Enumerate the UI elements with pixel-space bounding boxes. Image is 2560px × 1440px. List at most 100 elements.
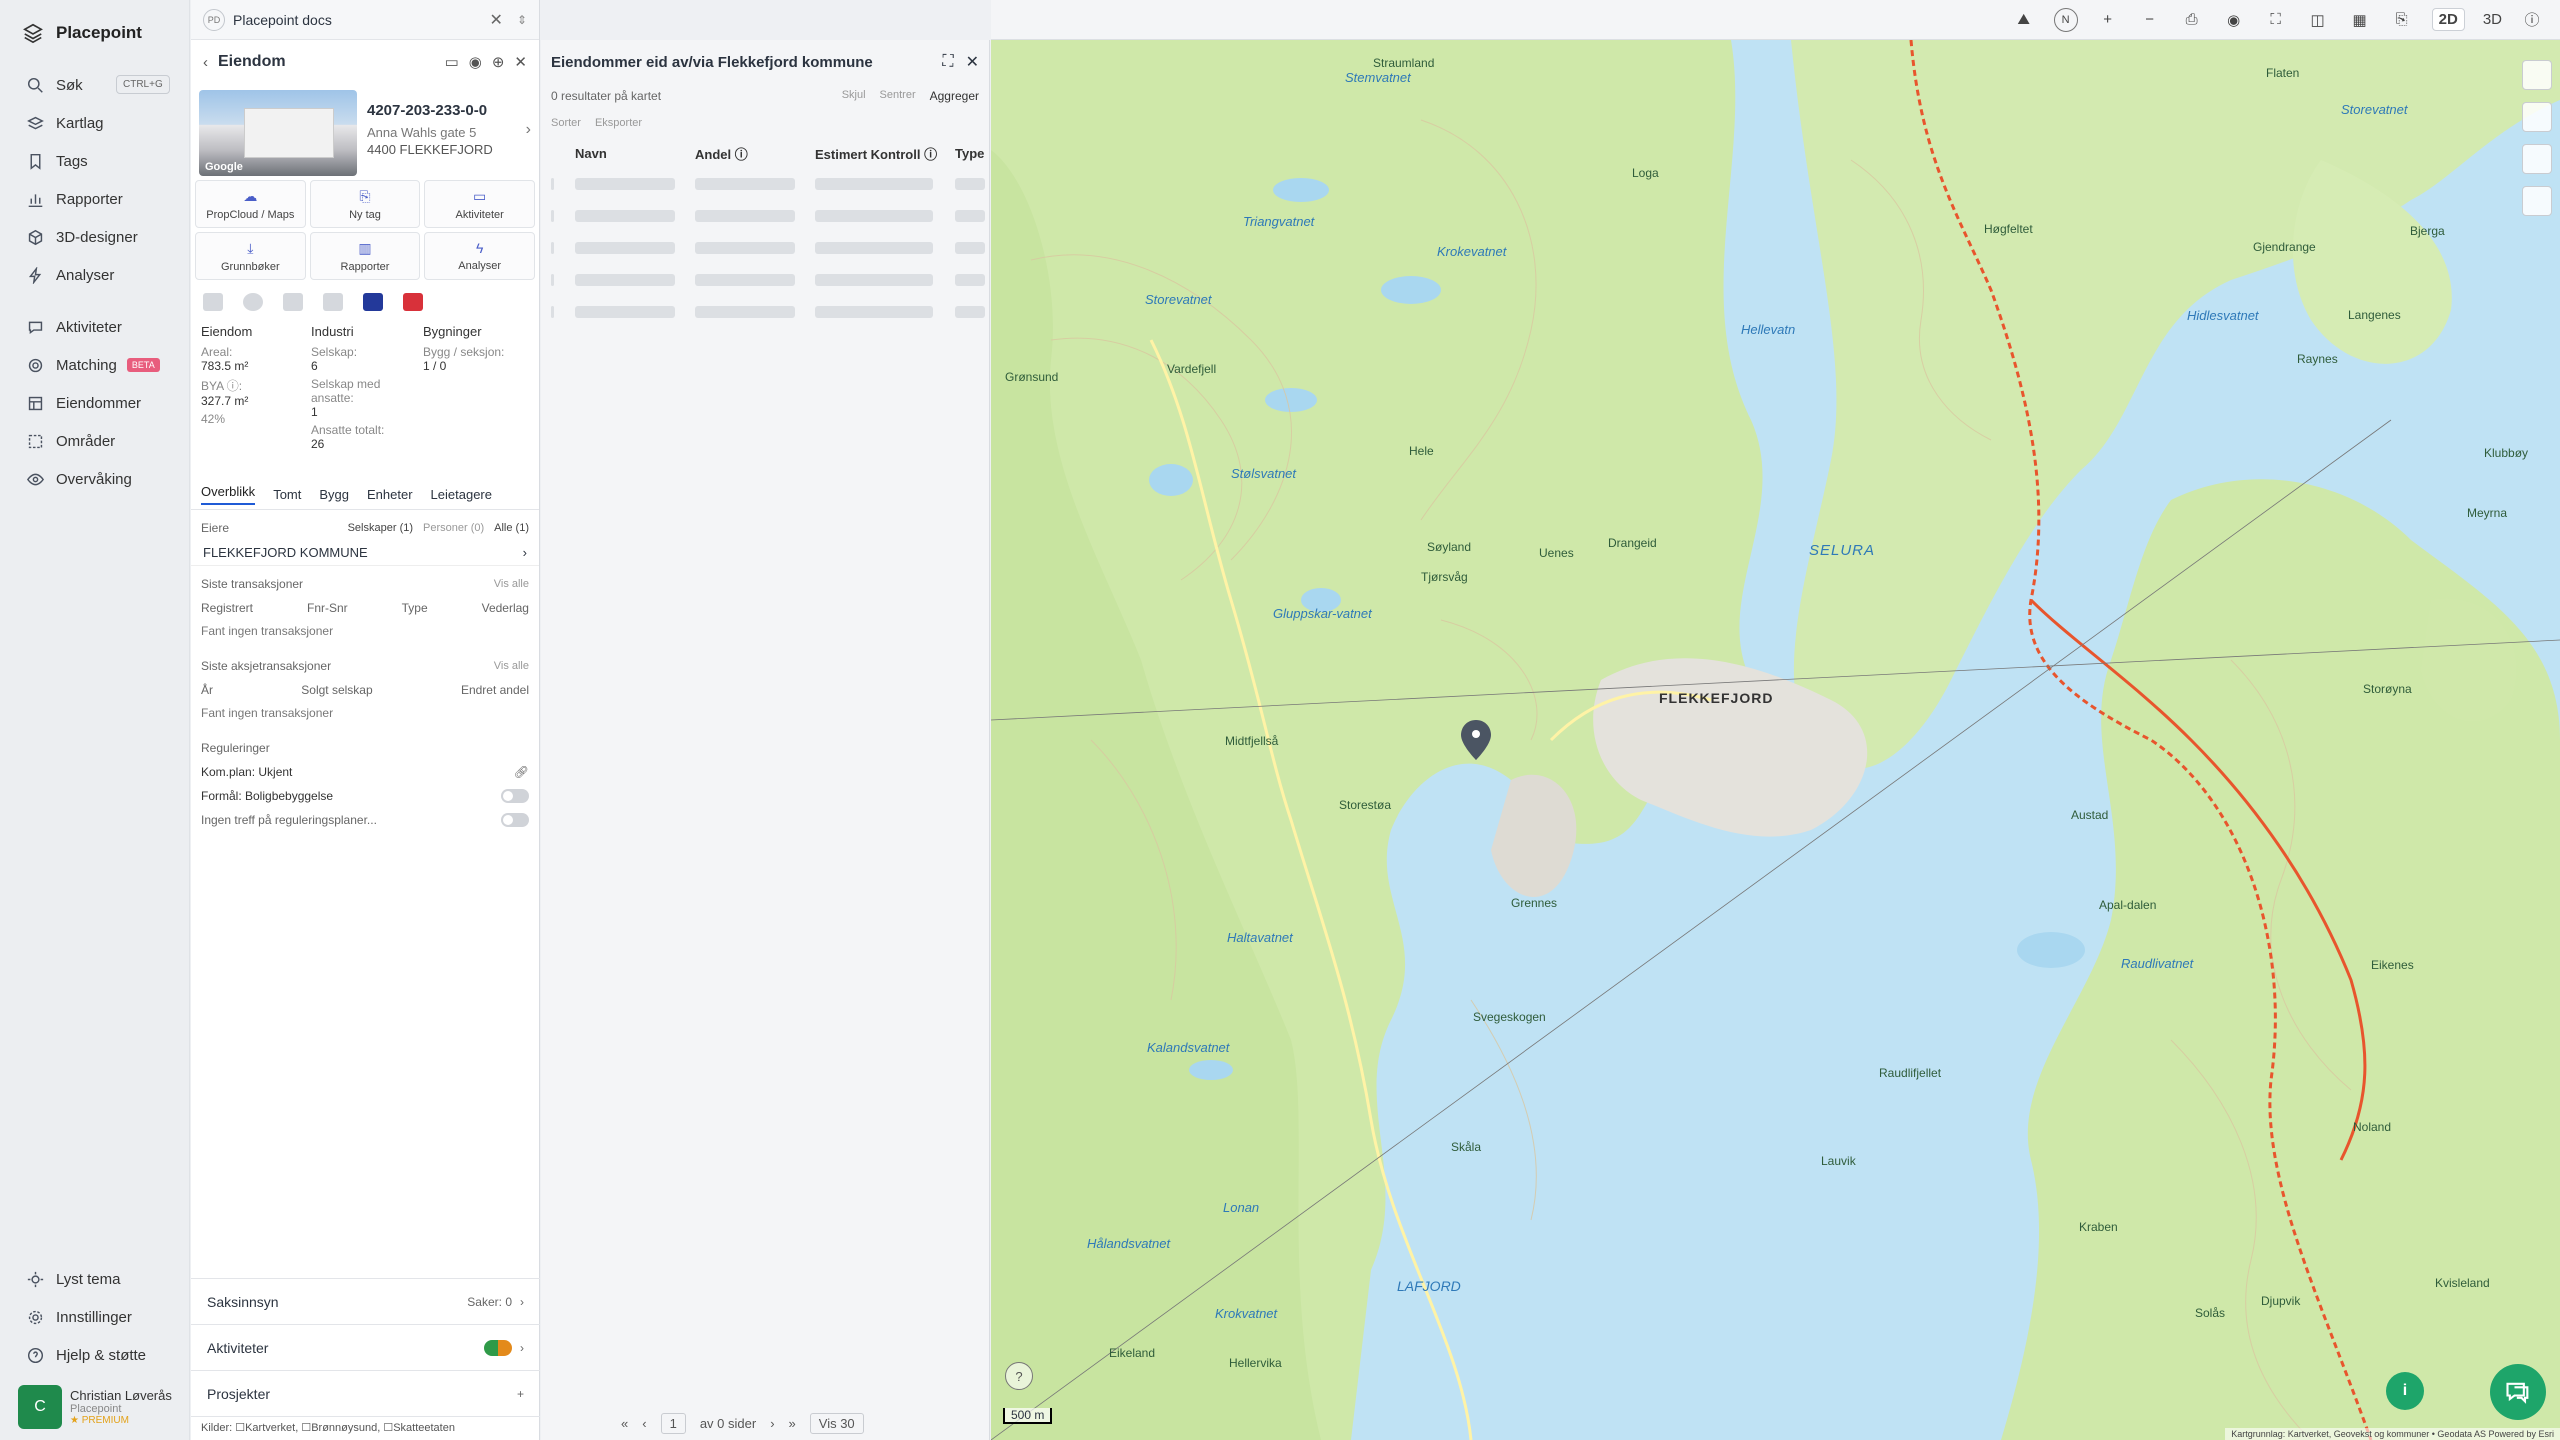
activities-button[interactable]: ▭ Aktiviteter — [424, 180, 535, 228]
chevron-updown-icon[interactable]: ⇕ — [517, 13, 527, 27]
place-label: Raudlifjellet — [1879, 1066, 1942, 1080]
nav-item-tags[interactable]: Tags — [0, 142, 189, 180]
tab-leietagere[interactable]: Leietagere — [431, 487, 492, 502]
fullscreen-icon[interactable]: ⛶ — [2264, 8, 2288, 32]
view-360-icon[interactable]: ▭ — [445, 53, 459, 71]
center-button[interactable]: Sentrer — [880, 89, 916, 103]
prev-page-icon[interactable]: ‹ — [642, 1416, 646, 1431]
nav-item-theme[interactable]: Lyst tema — [0, 1260, 190, 1298]
close-icon[interactable]: ✕ — [966, 52, 979, 72]
eye-icon[interactable]: ◉ — [2222, 8, 2246, 32]
plans-toggle[interactable] — [501, 813, 529, 827]
chat-button[interactable] — [2490, 1364, 2546, 1420]
source-icon[interactable] — [243, 293, 263, 311]
facts-value: 1 / 0 — [423, 359, 447, 373]
house-icon[interactable] — [403, 293, 423, 311]
next-page-icon[interactable]: › — [770, 1416, 774, 1431]
new-tag-button[interactable]: ⎘ Ny tag — [309, 180, 421, 228]
link-icon[interactable]: 🔗︎ — [514, 765, 529, 779]
saksinnsyn-row[interactable]: Saksinnsyn Saker: 0 › — [191, 1278, 540, 1324]
source-icon[interactable] — [283, 293, 303, 311]
aktiviteter-row[interactable]: Aktiviteter › — [191, 1324, 540, 1370]
nav-item-help[interactable]: Hjelp & støtte — [0, 1336, 190, 1374]
nav-item-overvaking[interactable]: Overvåking — [0, 460, 189, 498]
nav-item-kartlag[interactable]: Kartlag — [0, 104, 189, 142]
column-header[interactable]: Estimert Kontroll ⓘ — [815, 144, 955, 163]
last-page-icon[interactable]: » — [789, 1416, 796, 1431]
filter-companies[interactable]: Selskaper (1) — [348, 522, 413, 534]
layer-tool-icon[interactable] — [2522, 60, 2552, 90]
propcloud-button[interactable]: ☁ PropCloud / Maps — [195, 180, 306, 228]
bookmark-icon — [26, 152, 44, 170]
info-button[interactable]: i — [2386, 1372, 2424, 1410]
column-header[interactable]: Navn — [575, 146, 695, 161]
zoom-in-icon[interactable]: + — [2096, 8, 2120, 32]
user-profile[interactable]: C Christian Løverås Placepoint ★ PREMIUM — [0, 1374, 190, 1440]
add-icon[interactable]: ⊕ — [492, 53, 505, 71]
tab-overblikk[interactable]: Overblikk — [201, 484, 256, 505]
info-icon[interactable]: ⓘ — [2520, 8, 2544, 32]
source-icon[interactable] — [203, 293, 223, 311]
export-button[interactable]: Eksporter — [595, 117, 642, 129]
filter-all[interactable]: Alle (1) — [494, 522, 529, 534]
nav-item-3d-designer[interactable]: 3D-designer — [0, 218, 189, 256]
source-icon[interactable] — [323, 293, 343, 311]
column-header[interactable]: Andel ⓘ — [695, 144, 815, 163]
brand[interactable]: Placepoint — [0, 0, 189, 66]
street-view-photo[interactable]: Google — [199, 90, 357, 176]
show-all-link[interactable]: Vis alle — [494, 578, 529, 590]
page-size-select[interactable]: Vis 30 — [809, 1413, 864, 1434]
nav-item-matching[interactable]: Matching BETA — [0, 346, 189, 384]
nav-item-eiendommer[interactable]: Eiendommer — [0, 384, 189, 422]
tab-bygg[interactable]: Bygg — [319, 487, 349, 502]
owner-row[interactable]: FLEKKEFJORD KOMMUNE › — [191, 540, 539, 566]
zoom-out-icon[interactable]: − — [2138, 8, 2162, 32]
mode-3d-button[interactable]: 3D — [2483, 11, 2502, 28]
grid-icon[interactable]: ▦ — [2348, 8, 2372, 32]
eye-icon[interactable]: ◉ — [469, 53, 482, 71]
nav-item-omrader[interactable]: Områder — [0, 422, 189, 460]
formal-toggle[interactable] — [501, 789, 529, 803]
analyses-button[interactable]: ϟ Analyser — [424, 232, 535, 280]
print-icon[interactable]: ⎙ — [2180, 8, 2204, 32]
page-input[interactable]: 1 — [660, 1413, 686, 1434]
tab-tomt[interactable]: Tomt — [273, 487, 301, 502]
sort-button[interactable]: Sorter — [551, 117, 581, 129]
mode-2d-button[interactable]: 2D — [2431, 8, 2465, 31]
map-canvas[interactable]: FLEKKEFJORD SELURA LAFJORD Uenes Loga Dr… — [991, 40, 2560, 1440]
chevron-right-icon[interactable]: › — [526, 121, 531, 139]
section-title: Siste aksjetransaksjoner — [201, 659, 332, 673]
tek-icon[interactable] — [363, 293, 383, 311]
close-icon[interactable]: ✕ — [490, 10, 503, 30]
hide-button[interactable]: Skjul — [842, 89, 866, 103]
plus-icon[interactable]: + — [517, 1387, 524, 1401]
tab-enheter[interactable]: Enheter — [367, 487, 413, 502]
3d-layer-icon[interactable]: ⛰ — [2012, 8, 2036, 32]
filter-persons[interactable]: Personer (0) — [423, 522, 484, 534]
camera-icon[interactable]: ◫ — [2306, 8, 2330, 32]
back-icon[interactable]: ‹ — [203, 54, 208, 71]
nav-item-analyser[interactable]: Analyser — [0, 256, 189, 294]
close-icon[interactable]: ✕ — [514, 53, 527, 71]
nav-item-aktiviteter[interactable]: Aktiviteter — [0, 308, 189, 346]
first-page-icon[interactable]: « — [621, 1416, 628, 1431]
prosjekter-row[interactable]: Prosjekter + — [191, 1370, 540, 1416]
measure-tool-icon[interactable] — [2522, 102, 2552, 132]
nav-item-settings[interactable]: Innstillinger — [0, 1298, 190, 1336]
compass-icon[interactable]: N — [2053, 7, 2078, 32]
grunnboker-button[interactable]: ⤓ Grunnbøker — [195, 232, 306, 280]
bookmark-icon[interactable]: ⎘ — [2390, 8, 2414, 32]
expand-icon[interactable]: ⛶ — [942, 53, 953, 71]
nav-label: Aktiviteter — [56, 318, 122, 336]
nav-item-sok[interactable]: Søk CTRL+G — [0, 66, 189, 104]
show-all-link[interactable]: Vis alle — [494, 660, 529, 672]
nav-item-rapporter[interactable]: Rapporter — [0, 180, 189, 218]
chart-tool-icon[interactable] — [2522, 144, 2552, 174]
place-label: Loga — [1632, 166, 1659, 180]
profile-tool-icon[interactable] — [2522, 186, 2552, 216]
aggregate-button[interactable]: Aggreger — [930, 89, 979, 103]
help-icon[interactable]: ? — [1005, 1362, 1033, 1390]
reports-button[interactable]: ▥ Rapporter — [309, 232, 421, 280]
property-summary[interactable]: Google 4207-203-233-0-0 Anna Wahls gate … — [191, 84, 539, 176]
workspace-tab[interactable]: PD Placepoint docs ✕ ⇕ — [191, 0, 539, 40]
